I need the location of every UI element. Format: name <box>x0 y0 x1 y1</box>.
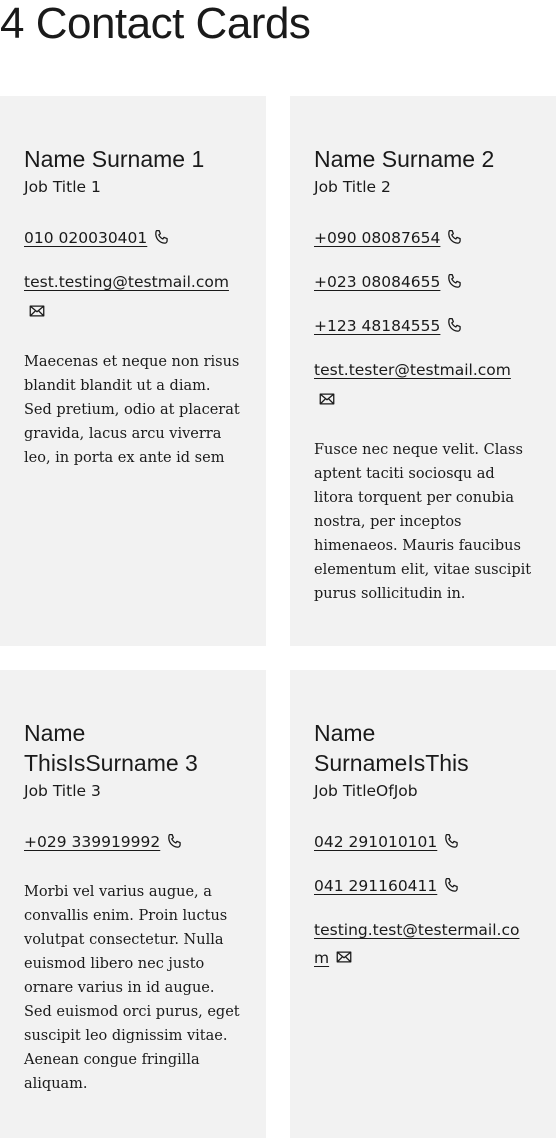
contact-card: Name ThisIsSurname 3 Job Title 3 +029 33… <box>0 670 266 1138</box>
email-row: test.tester@testmail.com <box>314 356 532 414</box>
email-row: testing.test@testermail.com <box>314 916 532 972</box>
phone-row: +029 339919992 <box>24 828 242 856</box>
card-job-title: Job Title 1 <box>24 178 101 196</box>
phone-icon <box>443 832 461 850</box>
contact-list: +029 339919992 <box>24 828 242 856</box>
mail-icon <box>28 302 46 320</box>
phone-link[interactable]: +123 48184555 <box>314 317 440 335</box>
phone-link[interactable]: 010 020030401 <box>24 229 147 247</box>
email-link[interactable]: test.testing@testmail.com <box>24 273 229 291</box>
phone-row: +090 08087654 <box>314 224 532 252</box>
card-description: Morbi vel varius augue, a convallis enim… <box>24 884 240 1092</box>
phone-icon <box>446 316 464 334</box>
card-name: Name SurnameIsThis <box>314 720 469 776</box>
contact-card: Name Surname 2 Job Title 2 +090 08087654… <box>290 96 556 646</box>
phone-row: +023 08084655 <box>314 268 532 296</box>
phone-row: 041 291160411 <box>314 872 532 900</box>
mail-icon <box>335 948 353 966</box>
phone-link[interactable]: +029 339919992 <box>24 833 160 851</box>
phone-link[interactable]: 041 291160411 <box>314 877 437 895</box>
card-description: Maecenas et neque non risus blandit blan… <box>24 354 240 466</box>
card-name: Name ThisIsSurname 3 <box>24 720 198 776</box>
email-link[interactable]: test.tester@testmail.com <box>314 361 511 379</box>
page-title: 4 Contact Cards <box>0 0 311 48</box>
phone-icon <box>443 876 461 894</box>
card-name: Name Surname 1 <box>24 146 205 172</box>
contact-list: +090 08087654 +023 08084655 +123 4818455… <box>314 224 532 414</box>
card-description: Fusce nec neque velit. Class aptent taci… <box>314 442 532 602</box>
phone-link[interactable]: 042 291010101 <box>314 833 437 851</box>
phone-icon <box>153 228 171 246</box>
phone-row: 042 291010101 <box>314 828 532 856</box>
phone-icon <box>166 832 184 850</box>
card-job-title: Job TitleOfJob <box>314 782 418 800</box>
card-name: Name Surname 2 <box>314 146 495 172</box>
contact-card: Name SurnameIsThis Job TitleOfJob 042 29… <box>290 670 556 1138</box>
phone-row: +123 48184555 <box>314 312 532 340</box>
phone-icon <box>446 272 464 290</box>
contact-list: 010 020030401 test.testing@testmail.com <box>24 224 242 326</box>
mail-icon <box>318 390 336 408</box>
card-job-title: Job Title 2 <box>314 178 391 196</box>
email-row: test.testing@testmail.com <box>24 268 242 326</box>
contact-list: 042 291010101 041 291160411 testing.test… <box>314 828 532 972</box>
phone-icon <box>446 228 464 246</box>
phone-link[interactable]: +090 08087654 <box>314 229 440 247</box>
phone-row: 010 020030401 <box>24 224 242 252</box>
card-job-title: Job Title 3 <box>24 782 101 800</box>
contact-card: Name Surname 1 Job Title 1 010 020030401… <box>0 96 266 646</box>
phone-link[interactable]: +023 08084655 <box>314 273 440 291</box>
